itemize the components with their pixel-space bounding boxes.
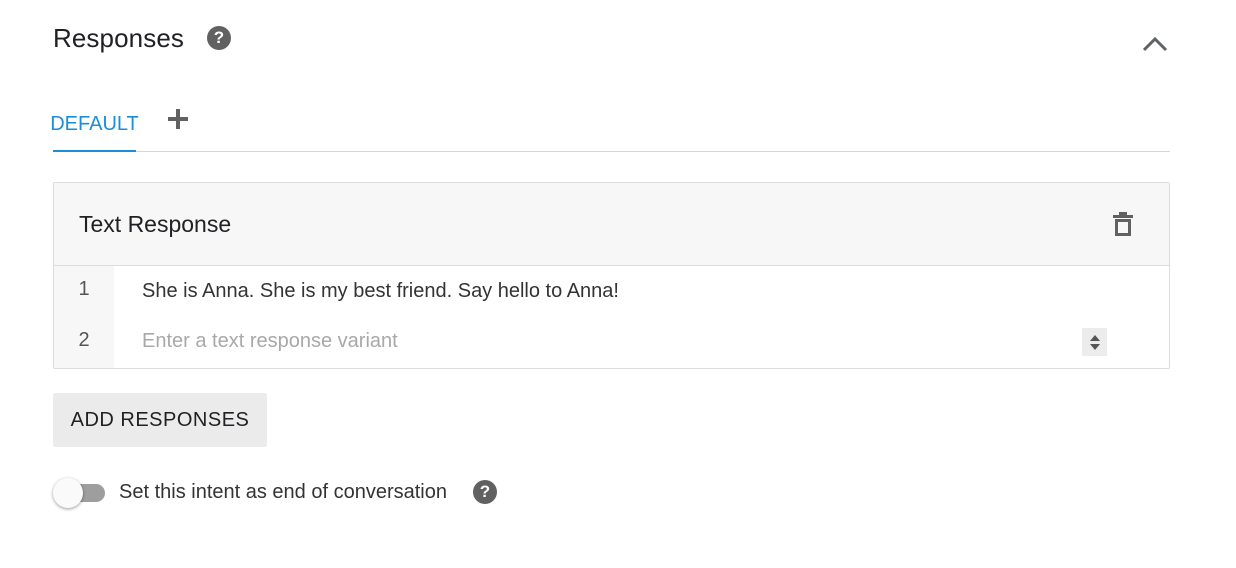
add-responses-button[interactable]: ADD RESPONSES [53, 393, 267, 447]
help-icon[interactable]: ? [472, 480, 497, 504]
response-variant-text[interactable]: She is Anna. She is my best friend. Say … [114, 266, 1169, 317]
response-variant-row: 1 She is Anna. She is my best friend. Sa… [54, 266, 1169, 317]
end-conversation-label: Set this intent as end of conversation [119, 480, 447, 503]
trash-icon [1113, 212, 1133, 236]
resize-stepper[interactable] [1082, 328, 1107, 356]
card-title: Text Response [79, 210, 232, 237]
toggle-knob [53, 478, 83, 508]
end-conversation-toggle[interactable] [53, 475, 105, 509]
response-tabs: DEFAULT [50, 96, 1170, 152]
add-tab-button[interactable] [165, 106, 191, 132]
section-title: Responses [53, 22, 184, 53]
end-conversation-row: Set this intent as end of conversation ? [53, 474, 497, 510]
text-response-card: Text Response 1 She is Anna. She is my b… [53, 182, 1170, 369]
arrow-down-icon [1089, 343, 1100, 350]
delete-response-button[interactable] [1111, 210, 1135, 238]
row-number: 1 [54, 266, 114, 317]
section-header: Responses ? [53, 18, 231, 58]
tab-default[interactable]: DEFAULT [50, 96, 139, 152]
response-variant-input-wrap [114, 317, 1169, 368]
plus-icon [168, 109, 188, 129]
collapse-section-button[interactable] [1137, 28, 1173, 60]
row-number: 2 [54, 317, 114, 368]
response-variant-input[interactable] [114, 317, 1117, 353]
arrow-up-icon [1089, 334, 1100, 341]
response-variant-row: 2 [54, 317, 1169, 368]
help-icon[interactable]: ? [206, 26, 231, 50]
chevron-up-icon [1142, 36, 1168, 52]
card-header: Text Response [54, 183, 1169, 266]
